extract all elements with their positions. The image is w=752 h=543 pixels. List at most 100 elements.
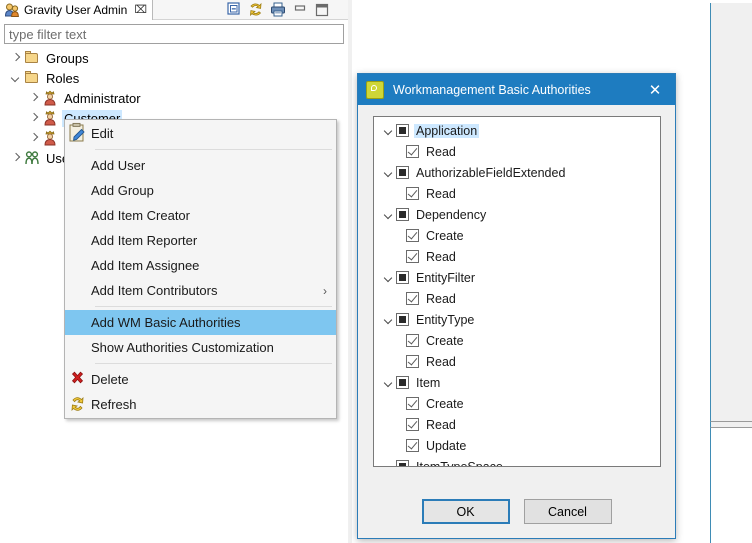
tree-node-application[interactable]: Application [374,120,660,141]
menu-item-label: Add User [91,158,146,173]
checkbox-checked[interactable] [406,355,419,368]
menu-item-label: Add Item Assignee [91,258,200,273]
tree-node-entityfilter[interactable]: EntityFilter [374,267,660,288]
chevron-right-icon[interactable] [8,150,24,166]
tree-node-label: AuthorizableFieldExtended [416,165,566,180]
checkbox-checked[interactable] [406,250,419,263]
tree-item-label: Roles [46,70,80,86]
chevron-right-icon[interactable] [26,130,42,146]
menu-item-add-wm-basic-authorities[interactable]: Add WM Basic Authorities [65,310,336,335]
checkbox-checked[interactable] [406,145,419,158]
cancel-button[interactable]: Cancel [523,499,612,524]
dialog-title-bar[interactable]: Workmanagement Basic Authorities ✕ [358,74,675,105]
checkbox-checked[interactable] [406,229,419,242]
menu-item-refresh[interactable]: Refresh [65,392,336,417]
checkbox-checked[interactable] [406,334,419,347]
checkbox-partial[interactable] [396,460,409,466]
tree-node-permission[interactable]: Create [374,225,660,246]
context-menu[interactable]: Edit Add User Add Group Add Item Creator… [64,119,337,419]
tree-node-permission[interactable]: Read [374,351,660,372]
filter-input[interactable] [9,26,343,42]
authorities-tree[interactable]: Application Read AuthorizableFieldExtend… [373,116,661,467]
tree-node-permission[interactable]: Read [374,246,660,267]
authority-icon [366,80,384,99]
tree-node-permission[interactable]: Read [374,141,660,162]
tree-node-label: Create [426,228,464,243]
folder-icon [24,70,40,86]
tree-node-permission[interactable]: Read [374,183,660,204]
checkbox-checked[interactable] [406,439,419,452]
maximize-icon[interactable] [312,1,332,19]
tree-item-groups[interactable]: Groups [0,48,348,68]
tree-item-administrator[interactable]: Administrator [0,88,348,108]
chevron-down-icon[interactable] [8,70,24,86]
menu-item-add-group[interactable]: Add Group [65,178,336,203]
checkbox-partial[interactable] [396,124,409,137]
tree-node-entitytype[interactable]: EntityType [374,309,660,330]
close-icon[interactable]: ✕ [635,74,675,105]
workbench-sash-vertical[interactable] [348,0,352,543]
view-tab-gravity-user-admin[interactable]: Gravity User Admin ⌧ [0,0,154,20]
chevron-down-icon[interactable] [381,165,396,180]
chevron-down-icon[interactable] [381,270,396,285]
close-icon[interactable]: ⌧ [134,4,147,16]
chevron-right-icon[interactable] [8,50,24,66]
checkbox-checked[interactable] [406,292,419,305]
checkbox-partial[interactable] [396,271,409,284]
editor-sash-horizontal[interactable] [710,421,752,428]
collapse-all-icon[interactable] [224,1,244,19]
menu-item-label: Edit [91,126,114,141]
menu-item-add-user[interactable]: Add User [65,153,336,178]
chevron-down-icon[interactable] [381,123,396,138]
menu-separator [95,306,332,307]
checkbox-partial[interactable] [396,313,409,326]
menu-item-label: Add Group [91,183,154,198]
filter-box[interactable] [4,24,344,44]
tree-node-label: Create [426,333,464,348]
folder-icon [24,50,40,66]
tree-node-itemtypespace[interactable]: ItemTypeSpace [374,456,660,467]
tree-node-dependency[interactable]: Dependency [374,204,660,225]
menu-item-add-item-reporter[interactable]: Add Item Reporter [65,228,336,253]
tree-item-label: Administrator [64,90,141,106]
menu-item-label: Add Item Contributors [91,283,218,298]
chevron-down-icon[interactable] [381,459,396,466]
tree-node-permission[interactable]: Read [374,288,660,309]
tree-node-label: Item [416,375,441,390]
checkbox-checked[interactable] [406,187,419,200]
checkbox-partial[interactable] [396,166,409,179]
tree-node-permission[interactable]: Create [374,330,660,351]
menu-item-show-authorities-customization[interactable]: Show Authorities Customization [65,335,336,360]
chevron-down-icon[interactable] [381,312,396,327]
checkbox-partial[interactable] [396,376,409,389]
menu-item-add-item-contributors[interactable]: Add Item Contributors › [65,278,336,303]
checkbox-partial[interactable] [396,208,409,221]
tree-node-authorizablefieldextended[interactable]: AuthorizableFieldExtended [374,162,660,183]
checkbox-checked[interactable] [406,418,419,431]
chevron-right-icon[interactable] [26,110,42,126]
chevron-down-icon[interactable] [381,375,396,390]
ok-button[interactable]: OK [421,499,510,524]
chevron-down-icon[interactable] [381,207,396,222]
menu-item-add-item-assignee[interactable]: Add Item Assignee [65,253,336,278]
tree-node-label: EntityFilter [416,270,476,285]
chevron-right-icon[interactable] [26,90,42,106]
menu-item-label: Refresh [91,397,137,412]
print-icon[interactable] [268,1,288,19]
workmanagement-basic-authorities-dialog: Workmanagement Basic Authorities ✕ Appli… [357,73,676,539]
refresh-icon[interactable] [246,1,266,19]
menu-icon-placeholder [65,253,91,278]
tree-node-permission[interactable]: Read [374,414,660,435]
tree-node-item[interactable]: Item [374,372,660,393]
tree-node-label: ItemTypeSpace [416,459,503,467]
menu-item-add-item-creator[interactable]: Add Item Creator [65,203,336,228]
checkbox-checked[interactable] [406,397,419,410]
tree-node-permission[interactable]: Update [374,435,660,456]
minimize-icon[interactable] [290,1,310,19]
tree-node-label: Create [426,396,464,411]
tree-node-label: Read [426,417,456,432]
tree-item-roles[interactable]: Roles [0,68,348,88]
menu-item-edit[interactable]: Edit [65,121,336,146]
menu-item-delete[interactable]: Delete [65,367,336,392]
tree-node-permission[interactable]: Create [374,393,660,414]
